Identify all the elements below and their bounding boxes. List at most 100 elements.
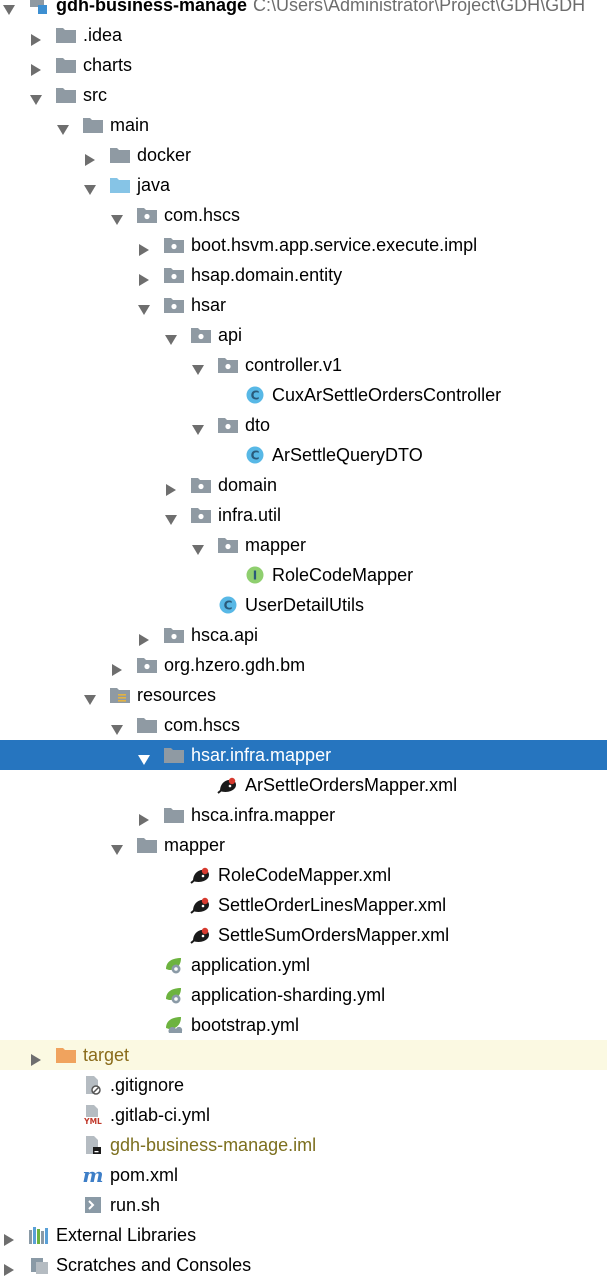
collapsed-arrow-icon[interactable] xyxy=(138,810,150,826)
node-name: .gitlab-ci.yml xyxy=(110,1105,211,1125)
folder-icon xyxy=(163,805,185,825)
tree-node-domain[interactable]: domain xyxy=(0,470,607,500)
node-name: RoleCodeMapper xyxy=(272,565,414,585)
collapsed-arrow-icon[interactable] xyxy=(138,240,150,256)
tree-node-api[interactable]: api xyxy=(0,320,607,350)
collapsed-arrow-icon[interactable] xyxy=(30,60,42,76)
package-icon xyxy=(190,325,212,345)
expanded-arrow-icon[interactable] xyxy=(165,510,177,525)
tree-node-arsettleordersmapper-xml[interactable]: ArSettleOrdersMapper.xml xyxy=(0,770,607,800)
node-name: infra.util xyxy=(218,505,282,525)
tree-node-org-hzero-gdh-bm[interactable]: org.hzero.gdh.bm xyxy=(0,650,607,680)
tree-node-charts[interactable]: charts xyxy=(0,50,607,80)
tree-node-mapper[interactable]: mapper xyxy=(0,530,607,560)
tree-node-dto[interactable]: dto xyxy=(0,410,607,440)
collapsed-arrow-icon[interactable] xyxy=(30,30,42,46)
tree-node-controller-v1[interactable]: controller.v1 xyxy=(0,350,607,380)
tree-node-com-hscs[interactable]: com.hscs xyxy=(0,200,607,230)
tree-node-gdh-business-manage[interactable]: gdh-business-manage C:\Users\Administrato… xyxy=(0,0,607,20)
tree-node-main[interactable]: main xyxy=(0,110,607,140)
expanded-arrow-icon[interactable] xyxy=(111,840,123,855)
tree-node-application-sharding-yml[interactable]: application-sharding.yml xyxy=(0,980,607,1010)
tree-node-settlesumordersmapper-xml[interactable]: SettleSumOrdersMapper.xml xyxy=(0,920,607,950)
tree-node-infra-util[interactable]: infra.util xyxy=(0,500,607,530)
tree-node-userdetailutils[interactable]: C UserDetailUtils xyxy=(0,590,607,620)
tree-node-rolecodemapper-xml[interactable]: RoleCodeMapper.xml xyxy=(0,860,607,890)
iml-file-icon xyxy=(82,1135,104,1155)
tree-node-run-sh[interactable]: run.sh xyxy=(0,1190,607,1220)
tree-node-label: application.yml xyxy=(191,954,310,976)
folder-icon xyxy=(55,55,77,75)
tree-node-hsar[interactable]: hsar xyxy=(0,290,607,320)
tree-node-pom-xml[interactable]: m pom.xml xyxy=(0,1160,607,1190)
tree-node-hsca-infra-mapper[interactable]: hsca.infra.mapper xyxy=(0,800,607,830)
collapsed-arrow-icon[interactable] xyxy=(3,1260,15,1276)
tree-node-label: mapper xyxy=(164,834,225,856)
project-tree[interactable]: gdh-business-manage C:\Users\Administrato… xyxy=(0,0,607,1280)
package-icon xyxy=(163,265,185,285)
svg-text:m: m xyxy=(82,1165,103,1185)
class-icon: C xyxy=(217,595,239,615)
collapsed-arrow-icon[interactable] xyxy=(165,480,177,496)
package-icon xyxy=(163,625,185,645)
expanded-arrow-icon[interactable] xyxy=(192,540,204,555)
node-name: pom.xml xyxy=(110,1165,179,1185)
expanded-arrow-icon[interactable] xyxy=(192,420,204,435)
expanded-arrow-icon[interactable] xyxy=(192,360,204,375)
tree-node-bootstrap-yml[interactable]: bootstrap.yml xyxy=(0,1010,607,1040)
expanded-arrow-icon[interactable] xyxy=(30,90,42,105)
tree-node-arsettlequerydto[interactable]: C ArSettleQueryDTO xyxy=(0,440,607,470)
tree-node-label: run.sh xyxy=(110,1194,160,1216)
gitignore-icon xyxy=(82,1075,104,1095)
tree-node-application-yml[interactable]: application.yml xyxy=(0,950,607,980)
tree-node-boot-hsvm-app-service-execute-impl[interactable]: boot.hsvm.app.service.execute.impl xyxy=(0,230,607,260)
expanded-arrow-icon[interactable] xyxy=(111,720,123,735)
tree-node-gitlab-ci-yml[interactable]: YML .gitlab-ci.yml xyxy=(0,1100,607,1130)
collapsed-arrow-icon[interactable] xyxy=(3,1230,15,1246)
collapsed-arrow-icon[interactable] xyxy=(111,660,123,676)
tree-node-cuxarsettleorderscontroller[interactable]: C CuxArSettleOrdersController xyxy=(0,380,607,410)
expanded-arrow-icon[interactable] xyxy=(84,690,96,705)
tree-node-label: .idea xyxy=(83,24,122,46)
expanded-arrow-icon[interactable] xyxy=(138,750,150,765)
expanded-arrow-icon[interactable] xyxy=(165,330,177,345)
tree-node-gdh-business-manage-iml[interactable]: gdh-business-manage.iml xyxy=(0,1130,607,1160)
tree-node-label: com.hscs xyxy=(164,714,240,736)
tree-node-resources[interactable]: resources xyxy=(0,680,607,710)
expanded-arrow-icon[interactable] xyxy=(3,0,15,15)
tree-node-scratches-and-consoles[interactable]: Scratches and Consoles xyxy=(0,1250,607,1280)
collapsed-arrow-icon[interactable] xyxy=(138,630,150,646)
tree-node-docker[interactable]: docker xyxy=(0,140,607,170)
node-name: External Libraries xyxy=(56,1225,197,1245)
tree-node-label: hsca.api xyxy=(191,624,258,646)
tree-node-src[interactable]: src xyxy=(0,80,607,110)
tree-node-com-hscs[interactable]: com.hscs xyxy=(0,710,607,740)
node-name: org.hzero.gdh.bm xyxy=(164,655,306,675)
maven-icon: m xyxy=(82,1163,104,1187)
tree-node-hsap-domain-entity[interactable]: hsap.domain.entity xyxy=(0,260,607,290)
folder-icon xyxy=(82,115,104,135)
tree-node-java[interactable]: java xyxy=(0,170,607,200)
expanded-arrow-icon[interactable] xyxy=(138,300,150,315)
svg-text:C: C xyxy=(224,599,233,613)
node-name: gdh-business-manage.iml xyxy=(110,1135,317,1155)
expanded-arrow-icon[interactable] xyxy=(84,180,96,195)
node-name: hsca.api xyxy=(191,625,259,645)
tree-node-hsca-api[interactable]: hsca.api xyxy=(0,620,607,650)
tree-node-label: pom.xml xyxy=(110,1164,178,1186)
tree-node-mapper[interactable]: mapper xyxy=(0,830,607,860)
tree-node-idea[interactable]: .idea xyxy=(0,20,607,50)
tree-node-external-libraries[interactable]: External Libraries xyxy=(0,1220,607,1250)
interface-icon: I xyxy=(244,565,266,585)
tree-node-gitignore[interactable]: .gitignore xyxy=(0,1070,607,1100)
collapsed-arrow-icon[interactable] xyxy=(84,150,96,166)
tree-node-rolecodemapper[interactable]: I RoleCodeMapper xyxy=(0,560,607,590)
tree-node-hsar-infra-mapper[interactable]: hsar.infra.mapper xyxy=(0,740,607,770)
collapsed-arrow-icon[interactable] xyxy=(30,1050,42,1066)
expanded-arrow-icon[interactable] xyxy=(111,210,123,225)
expanded-arrow-icon[interactable] xyxy=(57,120,69,135)
tree-node-target[interactable]: target xyxy=(0,1040,607,1070)
tree-node-settleorderlinesmapper-xml[interactable]: SettleOrderLinesMapper.xml xyxy=(0,890,607,920)
tree-node-label: java xyxy=(137,174,170,196)
collapsed-arrow-icon[interactable] xyxy=(138,270,150,286)
